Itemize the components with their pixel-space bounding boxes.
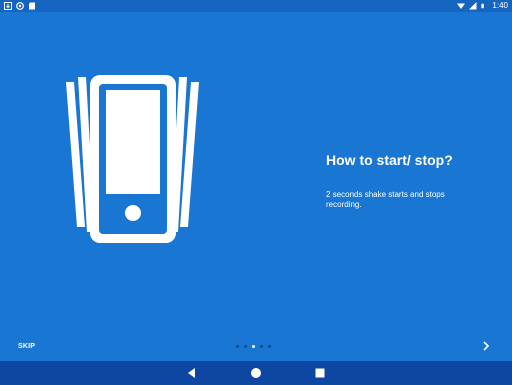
shaking-phone-icon xyxy=(66,75,199,243)
status-icons-left xyxy=(4,2,36,10)
page-dot xyxy=(244,345,247,348)
slide-title: How to start/ stop? xyxy=(326,152,453,168)
home-icon[interactable] xyxy=(250,367,262,379)
status-time: 1:40 xyxy=(492,1,508,10)
page-indicator xyxy=(236,345,271,348)
signal-icon xyxy=(469,2,477,10)
wifi-icon xyxy=(457,3,466,9)
skip-button[interactable]: SKIP xyxy=(18,343,35,350)
sd-card-icon xyxy=(29,2,35,10)
page-dot xyxy=(260,345,263,348)
sync-icon xyxy=(16,2,24,10)
download-icon xyxy=(4,2,12,10)
status-icons-right: 1:40 xyxy=(457,2,508,10)
onboarding-slide: How to start/ stop? 2 seconds shake star… xyxy=(0,12,512,361)
battery-icon xyxy=(481,3,485,9)
navigation-bar xyxy=(0,361,512,385)
back-icon[interactable] xyxy=(186,367,198,379)
page-dot xyxy=(236,345,239,348)
recents-icon[interactable] xyxy=(314,367,326,379)
page-dot-active xyxy=(252,345,255,348)
page-dot xyxy=(268,345,271,348)
slide-description: 2 seconds shake starts and stops recordi… xyxy=(326,190,445,209)
chevron-right-icon[interactable] xyxy=(481,340,491,352)
status-bar: 1:40 xyxy=(0,0,512,12)
